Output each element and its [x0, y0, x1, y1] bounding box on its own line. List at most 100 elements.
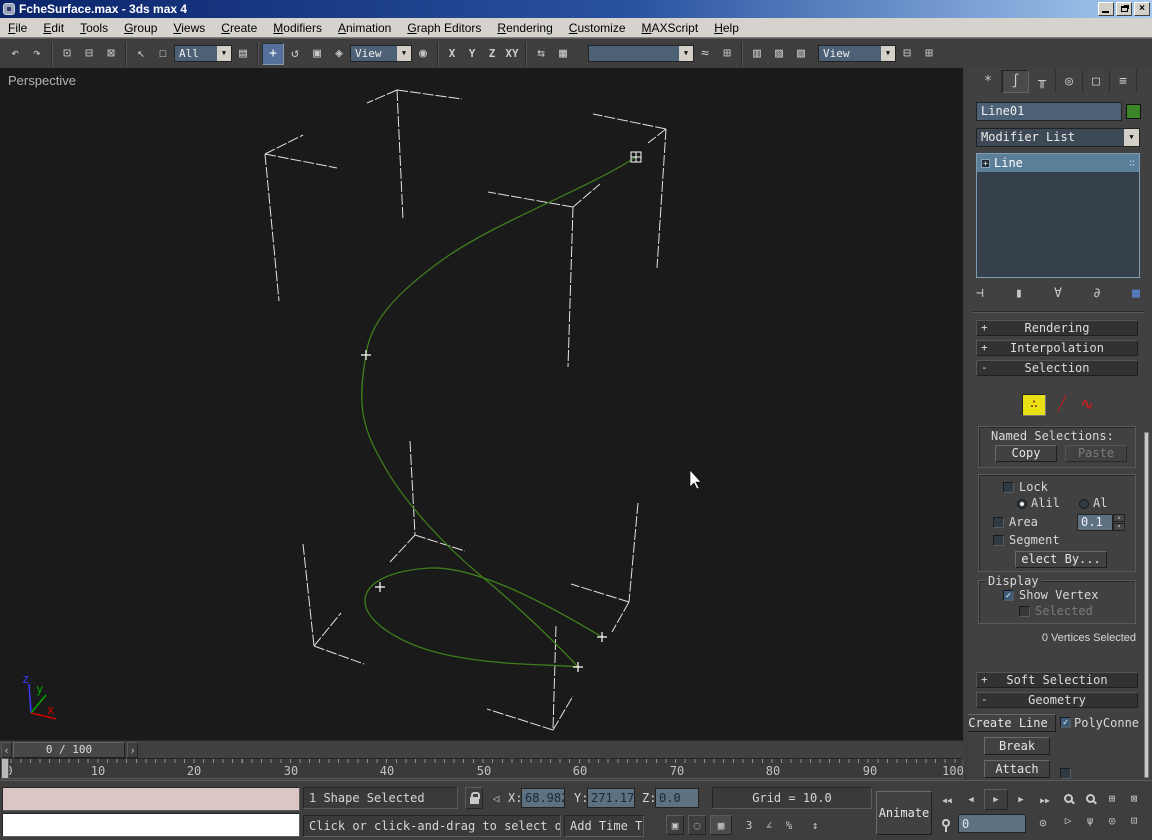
use-pivot-center-icon[interactable]: ◉	[412, 43, 434, 65]
spinner-down-icon[interactable]: ▾	[1113, 523, 1125, 531]
create-line-button[interactable]: Create Line	[968, 714, 1056, 732]
all-radio[interactable]	[1079, 499, 1089, 509]
polyconnect-checkbox[interactable]: ✓	[1060, 717, 1071, 728]
menu-help[interactable]: Help	[706, 19, 747, 37]
script-listener-field[interactable]	[2, 813, 300, 837]
select-object-icon[interactable]: ↖	[130, 43, 152, 65]
minimize-button[interactable]	[1098, 2, 1114, 16]
tab-modify[interactable]: ∫	[1002, 70, 1029, 93]
selected-checkbox[interactable]	[1019, 606, 1030, 617]
reference-coordinate-dropdown[interactable]: View ▼	[350, 45, 412, 62]
y-coordinate-field[interactable]: 271.177	[587, 788, 635, 808]
rollout-interpolation[interactable]: + Interpolation	[976, 340, 1138, 356]
z-coordinate-field[interactable]: 0.0	[655, 788, 699, 808]
object-color-swatch[interactable]	[1126, 104, 1141, 119]
segment-end-checkbox[interactable]	[993, 535, 1004, 546]
menu-animation[interactable]: Animation	[330, 19, 399, 37]
make-unique-icon[interactable]: ∀	[1054, 286, 1062, 301]
pin-stack-icon[interactable]: ⊣	[976, 286, 984, 301]
dropdown-arrow-icon[interactable]: ▼	[881, 46, 895, 61]
animate-button[interactable]: Animate	[876, 791, 932, 835]
snap-3d-icon[interactable]: 3	[740, 815, 758, 835]
dropdown-arrow-icon[interactable]: ▼	[217, 46, 231, 61]
play-button-icon[interactable]: ▶	[984, 789, 1008, 810]
scale-tool-icon[interactable]: ▣	[306, 43, 328, 65]
move-tool-icon[interactable]: +	[262, 42, 284, 65]
quick-render-icon[interactable]: ⊟	[896, 43, 918, 65]
zoom-extents-all-icon[interactable]: ⊠	[1124, 789, 1144, 807]
tab-hierarchy[interactable]: ╥	[1029, 70, 1056, 93]
bind-spacewarp-icon[interactable]: ⊠	[100, 43, 122, 65]
copy-button[interactable]: Copy	[995, 445, 1057, 462]
segment-subobject-icon[interactable]: ╱	[1052, 394, 1072, 416]
tab-utilities[interactable]: ≡	[1110, 70, 1137, 93]
angle-snap-icon[interactable]: ∠	[760, 815, 778, 835]
selection-region-icon[interactable]: ☐	[152, 43, 174, 65]
unlink-icon[interactable]: ⊟	[78, 43, 100, 65]
menu-group[interactable]: Group	[116, 19, 165, 37]
min-max-toggle-icon[interactable]: ⊡	[1124, 811, 1144, 829]
selection-filter-dropdown[interactable]: All ▼	[174, 45, 232, 62]
dotted-snap-icon[interactable]: ◌	[688, 815, 706, 835]
redo-icon[interactable]: ↷	[26, 43, 48, 65]
select-by-button[interactable]: elect By...	[1015, 551, 1107, 568]
title-bar[interactable]: FcheSurface.max - 3ds max 4 ×	[0, 0, 1152, 18]
restore-button[interactable]	[1116, 2, 1132, 16]
select-link-icon[interactable]: ⊡	[56, 43, 78, 65]
absolute-offset-icon[interactable]: ◁	[487, 787, 505, 809]
tab-motion[interactable]: ◎	[1056, 70, 1083, 93]
panel-scrollbar[interactable]	[1144, 432, 1149, 778]
spinner-up-icon[interactable]: ▴	[1113, 514, 1125, 522]
menu-rendering[interactable]: Rendering	[489, 19, 560, 37]
squash-tool-icon[interactable]: ◈	[328, 43, 350, 65]
remove-modifier-icon[interactable]: ∂	[1093, 286, 1101, 301]
mirror-icon[interactable]: ⇆	[530, 43, 552, 65]
restrict-y-button[interactable]: Y	[462, 44, 482, 64]
expand-icon[interactable]: +	[981, 158, 990, 168]
menu-graph-editors[interactable]: Graph Editors	[399, 19, 489, 37]
frame-prev-icon[interactable]: ‹	[1, 742, 12, 758]
zoom-all-icon[interactable]	[1080, 789, 1100, 807]
undo-icon[interactable]: ↶	[4, 43, 26, 65]
curve-editor-icon[interactable]: ≈	[694, 43, 716, 65]
spinner-snap-icon[interactable]: ↕	[806, 815, 824, 835]
next-frame-icon[interactable]: ▶	[1010, 791, 1032, 809]
track-bar[interactable]: 0 10 20 30 40 50 60 70 80 90 100	[0, 758, 964, 779]
time-slider-thumb[interactable]: 0 / 100	[13, 742, 125, 758]
dropdown-arrow-icon[interactable]: ▼	[397, 46, 411, 61]
schematic-view-icon[interactable]: ⊞	[716, 43, 738, 65]
object-name-field[interactable]: Line01	[976, 102, 1122, 121]
degradation-override-icon[interactable]: ▣	[666, 815, 684, 835]
rollout-geometry[interactable]: - Geometry	[976, 692, 1138, 708]
rotate-tool-icon[interactable]: ↺	[284, 43, 306, 65]
tab-create[interactable]: *	[975, 70, 1002, 93]
current-frame-marker[interactable]	[1, 758, 9, 779]
stack-item-line[interactable]: + Line ∷	[977, 154, 1139, 172]
menu-customize[interactable]: Customize	[561, 19, 634, 37]
tab-display[interactable]: □	[1083, 70, 1110, 93]
selection-lock-icon[interactable]	[465, 787, 483, 809]
arc-rotate-icon[interactable]: ◎	[1102, 811, 1122, 829]
menu-views[interactable]: Views	[165, 19, 213, 37]
attach-button[interactable]: Attach	[984, 760, 1050, 778]
snap-toggle-3d-icon[interactable]: ▦	[710, 815, 732, 835]
render-view-dropdown[interactable]: View ▼	[818, 45, 896, 62]
reorient-checkbox[interactable]	[1060, 768, 1071, 779]
area-checkbox[interactable]	[993, 517, 1004, 528]
spline-subobject-icon[interactable]: ∿	[1076, 394, 1098, 416]
go-to-start-icon[interactable]: ◀◀	[936, 791, 958, 809]
perspective-viewport[interactable]: z y x Perspective	[0, 68, 963, 740]
go-to-end-icon[interactable]: ▶▶	[1034, 791, 1056, 809]
previous-frame-icon[interactable]: ◀	[960, 791, 982, 809]
add-time-tag[interactable]: Add Time Tag	[564, 815, 644, 837]
dropdown-arrow-icon[interactable]: ▼	[679, 46, 693, 61]
array-icon[interactable]: ▦	[552, 43, 574, 65]
time-configuration-icon[interactable]: ⊙	[1034, 813, 1052, 833]
rollout-soft-selection[interactable]: + Soft Selection	[976, 672, 1138, 688]
viewport-label[interactable]: Perspective	[8, 73, 76, 88]
close-button[interactable]: ×	[1134, 2, 1150, 16]
lock-checkbox[interactable]	[1003, 482, 1014, 493]
macro-recorder-field[interactable]	[2, 787, 300, 811]
set-key-icon[interactable]	[938, 813, 954, 833]
restrict-z-button[interactable]: Z	[482, 44, 502, 64]
